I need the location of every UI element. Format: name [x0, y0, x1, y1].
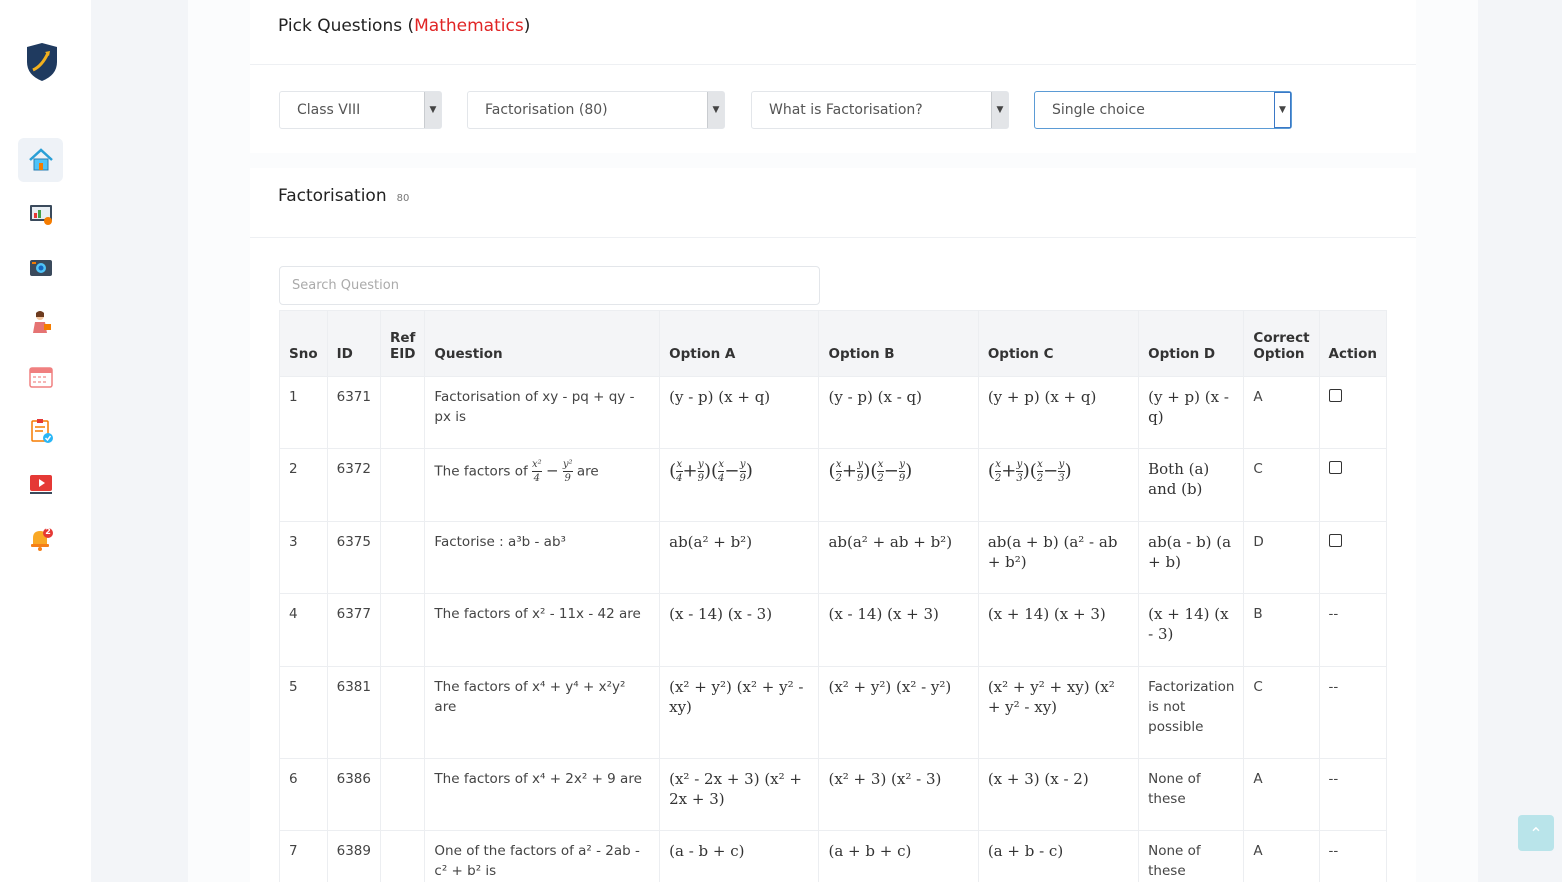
calendar-icon [28, 367, 53, 388]
sidebar-item-calendar[interactable] [18, 355, 63, 399]
header-option-b[interactable]: Option B [818, 310, 979, 377]
select-question-checkbox[interactable] [1328, 389, 1342, 402]
header-ref-eid[interactable]: Ref EID [379, 310, 426, 377]
question-count: 80 [396, 193, 410, 204]
chevron-down-icon: ▼ [707, 92, 724, 128]
sidebar-item-reports[interactable] [18, 192, 63, 236]
sidebar-item-home[interactable] [18, 138, 63, 182]
sidebar-item-teacher[interactable] [18, 300, 63, 344]
table-row: 3 6375 Factorise : a³b - ab³ ab(a² + b²)… [279, 521, 1388, 594]
divider [250, 237, 1416, 238]
subject-label: Mathematics [414, 16, 524, 36]
fraction: x² 4 [532, 459, 542, 484]
header-option-a[interactable]: Option A [659, 310, 820, 377]
video-icon [29, 475, 52, 494]
select-question-checkbox[interactable] [1328, 534, 1342, 547]
photo-gallery-icon [29, 260, 52, 276]
sidebar-item-gallery[interactable] [18, 246, 63, 290]
header-correct-option[interactable]: Correct Option [1243, 310, 1320, 377]
questions-table: Sno ID Ref EID Question Option A Option … [279, 310, 1388, 882]
chevron-down-icon: ▼ [1274, 92, 1291, 128]
fraction: y² 9 [562, 459, 573, 484]
notification-count-badge: 2 [45, 527, 51, 536]
table-header-row: Sno ID Ref EID Question Option A Option … [279, 310, 1388, 377]
header-option-d[interactable]: Option D [1138, 310, 1245, 377]
teacher-icon [32, 311, 51, 333]
header-sno[interactable]: Sno [279, 310, 328, 377]
class-select[interactable]: Class VIII ▼ [279, 91, 442, 129]
table-row: 1 6371 Factorisation of xy - pq + qy - p… [279, 376, 1388, 449]
sidebar-item-notifications[interactable]: 2 [18, 517, 63, 561]
questions-card: Factorisation80 Sno ID Ref EID Question … [250, 168, 1416, 882]
search-question-input[interactable] [279, 266, 820, 305]
header-id[interactable]: ID [326, 310, 381, 377]
table-row: 6 6386 The factors of x⁴ + 2x² + 9 are (… [279, 758, 1388, 831]
header-option-c[interactable]: Option C [977, 310, 1140, 377]
chevron-up-icon: ⌃ [1529, 823, 1543, 843]
header-action[interactable]: Action [1318, 310, 1388, 377]
question-type-select[interactable]: Single choice ▼ [1034, 91, 1292, 129]
sidebar-item-assignments[interactable] [18, 409, 63, 453]
sidebar-item-videos[interactable] [18, 462, 63, 506]
header-question[interactable]: Question [424, 310, 661, 377]
home-icon [28, 148, 53, 171]
page-title: Pick Questions (Mathematics) [278, 16, 531, 36]
chevron-down-icon: ▼ [424, 92, 441, 128]
section-title: Factorisation 80 [278, 186, 410, 206]
table-row: 4 6377 The factors of x² - 11x - 42 are … [279, 593, 1388, 667]
divider [250, 64, 1416, 65]
checklist-icon [30, 419, 53, 443]
filter-card: Pick Questions (Mathematics) Class VIII … [250, 0, 1416, 153]
sidebar: 2 [0, 0, 91, 882]
select-question-checkbox[interactable] [1328, 461, 1342, 474]
app-logo[interactable] [24, 42, 60, 82]
table-row: 5 6381 The factors of x⁴ + y⁴ + x²y² are… [279, 666, 1388, 759]
chapter-select[interactable]: Factorisation (80) ▼ [467, 91, 725, 129]
topic-select[interactable]: What is Factorisation? ▼ [751, 91, 1009, 129]
scroll-to-top-button[interactable]: ⌃ [1518, 815, 1554, 851]
table-row: 7 6389 One of the factors of a² - 2ab - … [279, 830, 1388, 882]
table-row: 2 6372 The factors of x² 4 − y² 9 are (x 4 +… [279, 448, 1388, 522]
chevron-down-icon: ▼ [991, 92, 1008, 128]
reports-icon [29, 205, 52, 225]
